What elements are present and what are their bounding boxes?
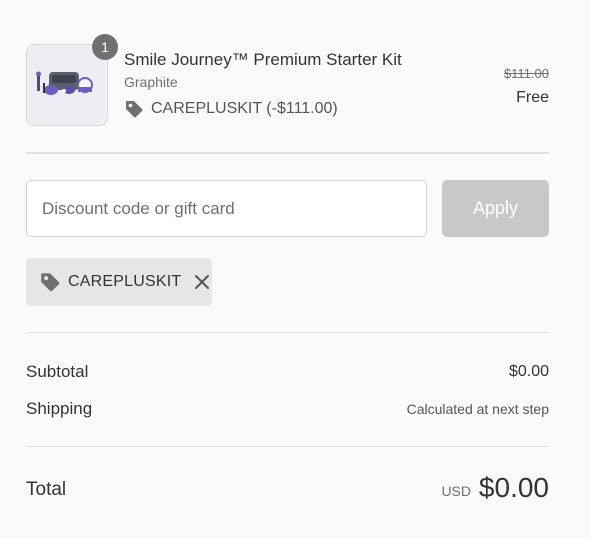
- shipping-label: Shipping: [26, 399, 93, 418]
- order-summary: 1 Smile Journey™ Premium Starter Kit Gra…: [26, 0, 549, 538]
- discount-input[interactable]: [27, 181, 426, 236]
- line-item: 1 Smile Journey™ Premium Starter Kit Gra…: [26, 34, 549, 126]
- applied-code-label: CAREPLUSKIT: [68, 273, 182, 290]
- divider: [26, 446, 549, 447]
- close-icon[interactable]: [194, 274, 210, 290]
- total-amount: $0.00: [478, 472, 549, 503]
- subtotal-label: Subtotal: [26, 362, 89, 381]
- quantity-badge: 1: [92, 34, 118, 60]
- line-price: Free: [516, 89, 549, 106]
- original-price: $111.00: [503, 66, 549, 81]
- total-label: Total: [26, 479, 67, 500]
- divider: [26, 152, 549, 154]
- tag-icon: [41, 273, 60, 292]
- line-discount: CAREPLUSKIT (-$111.00): [124, 99, 338, 119]
- tag-icon: [126, 101, 143, 118]
- divider: [26, 332, 549, 333]
- product-title: Smile Journey™ Premium Starter Kit: [124, 50, 402, 69]
- discount-field[interactable]: [26, 180, 427, 237]
- applied-discount-chip: CAREPLUSKIT: [26, 258, 212, 306]
- total-currency: USD: [441, 483, 471, 499]
- product-image: [27, 45, 107, 125]
- apply-button[interactable]: Apply: [442, 180, 549, 237]
- remove-discount-button[interactable]: [194, 274, 210, 290]
- line-discount-text: CAREPLUSKIT (-$111.00): [151, 100, 338, 117]
- subtotal-value: $0.00: [508, 363, 549, 380]
- product-variant: Graphite: [124, 74, 178, 90]
- shipping-value: Calculated at next step: [406, 401, 549, 417]
